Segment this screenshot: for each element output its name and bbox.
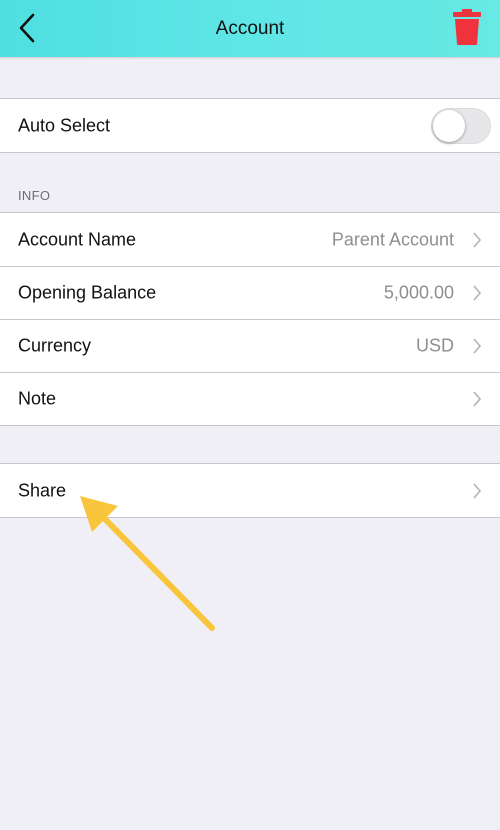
currency-value: USD xyxy=(415,335,454,355)
opening-balance-row[interactable]: Opening Balance 5,000.00 xyxy=(0,266,500,319)
note-label: Note xyxy=(18,388,57,408)
currency-row[interactable]: Currency USD xyxy=(0,319,500,372)
account-name-row[interactable]: Account Name Parent Account xyxy=(0,213,500,266)
opening-balance-value: 5,000.00 xyxy=(383,282,454,302)
share-row[interactable]: Share xyxy=(0,464,500,517)
chevron-right-icon xyxy=(473,482,482,499)
page-title: Account xyxy=(215,18,285,39)
chevron-right-icon xyxy=(473,390,482,407)
account-screen: Account Auto Select INFO Account Name Pa… xyxy=(0,0,500,830)
navigation-bar: Account xyxy=(0,0,500,57)
info-section-header: INFO xyxy=(18,188,51,203)
trash-icon xyxy=(453,9,481,45)
delete-account-button[interactable] xyxy=(450,8,484,46)
auto-select-toggle[interactable] xyxy=(431,107,491,144)
auto-select-row: Auto Select xyxy=(0,99,500,152)
info-group: Account Name Parent Account Opening Bala… xyxy=(0,212,500,426)
auto-select-label: Auto Select xyxy=(18,115,111,135)
account-name-label: Account Name xyxy=(18,229,137,249)
currency-label: Currency xyxy=(18,335,92,355)
back-button[interactable] xyxy=(12,10,46,46)
share-label: Share xyxy=(18,480,67,500)
share-group: Share xyxy=(0,463,500,518)
toggle-knob xyxy=(433,109,465,142)
chevron-right-icon xyxy=(473,284,482,301)
chevron-right-icon xyxy=(473,337,482,354)
auto-select-group: Auto Select xyxy=(0,98,500,153)
opening-balance-label: Opening Balance xyxy=(18,282,157,302)
account-name-value: Parent Account xyxy=(331,229,454,249)
note-row[interactable]: Note xyxy=(0,372,500,425)
chevron-left-icon xyxy=(19,13,35,43)
chevron-right-icon xyxy=(473,231,482,248)
